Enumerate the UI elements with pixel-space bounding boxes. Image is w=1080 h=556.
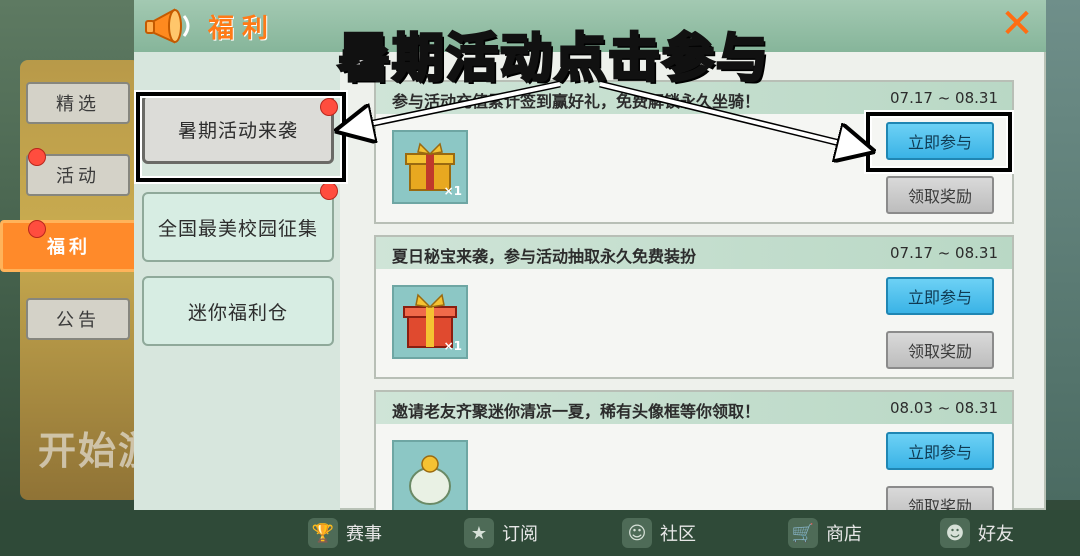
bottom-nav-bar xyxy=(0,510,1080,556)
trophy-icon: 🏆 xyxy=(308,518,338,548)
nav-label: 社区 xyxy=(660,524,696,545)
sub-tab-label: 迷你福利仓 xyxy=(187,301,288,324)
subscribe-icon: ★ xyxy=(464,518,494,548)
item-count: ×1 xyxy=(443,184,462,198)
event-date: 07.17 ~ 08.31 xyxy=(890,244,998,262)
event-date: 08.03 ~ 08.31 xyxy=(890,399,998,417)
shop-cart-icon: 🛒 xyxy=(788,518,818,548)
nav-subscribe[interactable]: ★ 订阅 xyxy=(464,512,538,554)
item-count: ×1 xyxy=(443,339,462,353)
category-tab-featured[interactable]: 精选 xyxy=(26,82,130,124)
category-label: 公告 xyxy=(56,310,100,331)
notification-dot xyxy=(28,148,46,166)
category-tab-welfare[interactable]: 福利 xyxy=(0,220,138,272)
nav-friends[interactable]: ☻ 好友 xyxy=(940,512,1014,554)
event-date: 07.17 ~ 08.31 xyxy=(890,89,998,107)
join-now-button[interactable]: 立即参与 xyxy=(886,432,994,470)
reward-item[interactable] xyxy=(392,440,468,510)
event-card: 邀请老友齐聚迷你清凉一夏，稀有头像框等你领取！ 08.03 ~ 08.31 立即… xyxy=(374,390,1014,510)
megaphone-icon xyxy=(145,8,190,44)
sub-tab-label: 全国最美校园征集 xyxy=(157,217,318,240)
notification-dot xyxy=(320,182,338,200)
category-label: 精选 xyxy=(56,94,100,115)
claim-reward-button[interactable]: 领取奖励 xyxy=(886,176,994,214)
highlight-join-button xyxy=(866,112,1012,172)
nav-label: 订阅 xyxy=(502,524,538,545)
close-button[interactable]: ✕ xyxy=(994,1,1040,47)
event-title: 邀请老友齐聚迷你清凉一夏，稀有头像框等你领取！ xyxy=(392,402,761,421)
background-art-right xyxy=(1040,0,1080,500)
nav-label: 赛事 xyxy=(346,524,382,545)
category-tab-announcement[interactable]: 公告 xyxy=(26,298,130,340)
nav-shop[interactable]: 🛒 商店 xyxy=(788,512,862,554)
claim-reward-button[interactable]: 领取奖励 xyxy=(886,486,994,510)
event-title: 参与活动充值累计签到赢好礼，免费解锁永久坐骑！ xyxy=(392,92,761,111)
category-label: 活动 xyxy=(56,166,100,187)
nav-events[interactable]: 🏆 赛事 xyxy=(308,512,382,554)
community-icon: ☺ xyxy=(622,518,652,548)
claim-reward-button[interactable]: 领取奖励 xyxy=(886,331,994,369)
category-label: 福利 xyxy=(47,237,91,258)
avatar-frame-icon xyxy=(409,455,451,505)
close-icon: ✕ xyxy=(1000,1,1034,47)
reward-item[interactable]: ×1 xyxy=(392,285,468,359)
nav-community[interactable]: ☺ 社区 xyxy=(622,512,696,554)
nav-label: 商店 xyxy=(826,524,862,545)
notification-dot xyxy=(28,220,46,238)
nav-label: 好友 xyxy=(978,524,1014,545)
join-now-button[interactable]: 立即参与 xyxy=(886,277,994,315)
event-card: 夏日秘宝来袭，参与活动抽取永久免费装扮 07.17 ~ 08.31 ×1 立即参… xyxy=(374,235,1014,379)
friends-icon: ☻ xyxy=(940,518,970,548)
reward-item[interactable]: ×1 xyxy=(392,130,468,204)
event-title: 夏日秘宝来袭，参与活动抽取永久免费装扮 xyxy=(392,247,697,266)
highlight-sub-tab xyxy=(136,92,346,182)
sub-tab-campus-collection[interactable]: 全国最美校园征集 xyxy=(142,192,334,262)
sub-tab-welfare-warehouse[interactable]: 迷你福利仓 xyxy=(142,276,334,346)
tutorial-caption: 暑期活动点击参与 xyxy=(336,28,771,91)
panel-title: 福利 xyxy=(208,14,277,44)
